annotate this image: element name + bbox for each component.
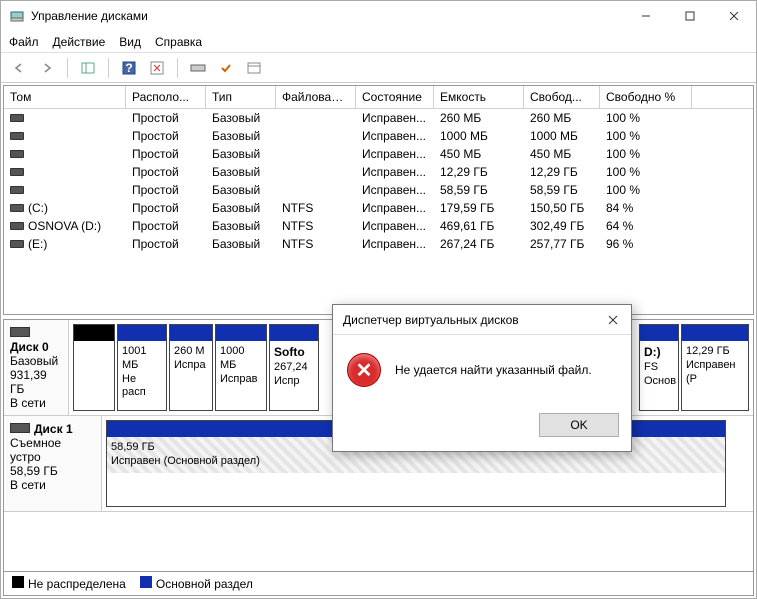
volume-icon — [10, 114, 24, 122]
check-icon[interactable] — [214, 56, 238, 80]
volume-icon — [10, 168, 24, 176]
dialog-close-button[interactable] — [595, 305, 631, 335]
refresh-icon[interactable] — [145, 56, 169, 80]
volume-row[interactable]: (E:)ПростойБазовыйNTFSИсправен...267,24 … — [4, 235, 753, 253]
titlebar: Управление дисками — [1, 1, 756, 31]
volume-list: Том Располо... Тип Файловая с... Состоян… — [3, 85, 754, 315]
ok-button[interactable]: OK — [539, 413, 619, 437]
error-icon: ✕ — [347, 353, 381, 387]
volume-icon — [10, 204, 24, 212]
maximize-button[interactable] — [668, 1, 712, 31]
legend-unallocated: Не распределена — [12, 576, 126, 591]
disk-label[interactable]: Диск 1Съемное устро58,59 ГБВ сети — [4, 416, 102, 511]
props-icon[interactable] — [242, 56, 266, 80]
col-free[interactable]: Свобод... — [524, 86, 600, 108]
disk-management-window: Управление дисками Файл Действие Вид Спр… — [0, 0, 757, 599]
legend: Не распределена Основной раздел — [3, 572, 754, 596]
col-status[interactable]: Состояние — [356, 86, 434, 108]
volume-icon — [10, 222, 24, 230]
window-title: Управление дисками — [31, 9, 624, 23]
toolbar: ? — [1, 53, 756, 83]
dialog-title: Диспетчер виртуальных дисков — [343, 313, 519, 327]
volume-icon — [10, 240, 24, 248]
close-button[interactable] — [712, 1, 756, 31]
volume-row[interactable]: ПростойБазовыйИсправен...450 МБ450 МБ100… — [4, 145, 753, 163]
menubar: Файл Действие Вид Справка — [1, 31, 756, 53]
partition[interactable]: 260 МИспра — [169, 324, 213, 411]
col-type[interactable]: Тип — [206, 86, 276, 108]
partition[interactable]: 12,29 ГБИсправен (Р — [681, 324, 749, 411]
partition[interactable]: 1000 МБИсправ — [215, 324, 267, 411]
volume-icon — [10, 132, 24, 140]
view-list-button[interactable] — [76, 56, 100, 80]
col-filesystem[interactable]: Файловая с... — [276, 86, 356, 108]
disk-icon — [10, 327, 30, 337]
disk-label[interactable]: Диск 0Базовый931,39 ГБВ сети — [4, 320, 69, 415]
dialog-titlebar: Диспетчер виртуальных дисков — [333, 305, 631, 335]
menu-action[interactable]: Действие — [53, 35, 106, 49]
partition[interactable]: D:)FSОснов — [639, 324, 679, 411]
volume-row[interactable]: (C:)ПростойБазовыйNTFSИсправен...179,59 … — [4, 199, 753, 217]
partition[interactable]: Softo267,24Испр — [269, 324, 319, 411]
menu-file[interactable]: Файл — [9, 35, 39, 49]
back-button[interactable] — [7, 56, 31, 80]
menu-view[interactable]: Вид — [119, 35, 141, 49]
volume-row[interactable]: ПростойБазовыйИсправен...12,29 ГБ12,29 Г… — [4, 163, 753, 181]
col-freepct[interactable]: Свободно % — [600, 86, 692, 108]
volume-icon — [10, 186, 24, 194]
volume-rows: ПростойБазовыйИсправен...260 МБ260 МБ100… — [4, 109, 753, 253]
dialog-message: Не удается найти указанный файл. — [395, 363, 592, 377]
volume-row[interactable]: ПростойБазовыйИсправен...58,59 ГБ58,59 Г… — [4, 181, 753, 199]
svg-text:?: ? — [125, 61, 132, 75]
col-tom[interactable]: Том — [4, 86, 126, 108]
partition[interactable]: 1001 МБНе расп — [117, 324, 167, 411]
volume-icon — [10, 150, 24, 158]
minimize-button[interactable] — [624, 1, 668, 31]
app-icon — [9, 8, 25, 24]
disk-icon — [10, 423, 30, 433]
forward-button[interactable] — [35, 56, 59, 80]
error-dialog: Диспетчер виртуальных дисков ✕ Не удаетс… — [332, 304, 632, 452]
menu-help[interactable]: Справка — [155, 35, 202, 49]
legend-primary: Основной раздел — [140, 576, 253, 591]
help-button[interactable]: ? — [117, 56, 141, 80]
column-headers: Том Располо... Тип Файловая с... Состоян… — [4, 86, 753, 109]
partition[interactable] — [73, 324, 115, 411]
volume-row[interactable]: OSNOVA (D:)ПростойБазовыйNTFSИсправен...… — [4, 217, 753, 235]
volume-row[interactable]: ПростойБазовыйИсправен...260 МБ260 МБ100… — [4, 109, 753, 127]
col-capacity[interactable]: Емкость — [434, 86, 524, 108]
disk-icon[interactable] — [186, 56, 210, 80]
col-layout[interactable]: Располо... — [126, 86, 206, 108]
volume-row[interactable]: ПростойБазовыйИсправен...1000 МБ1000 МБ1… — [4, 127, 753, 145]
